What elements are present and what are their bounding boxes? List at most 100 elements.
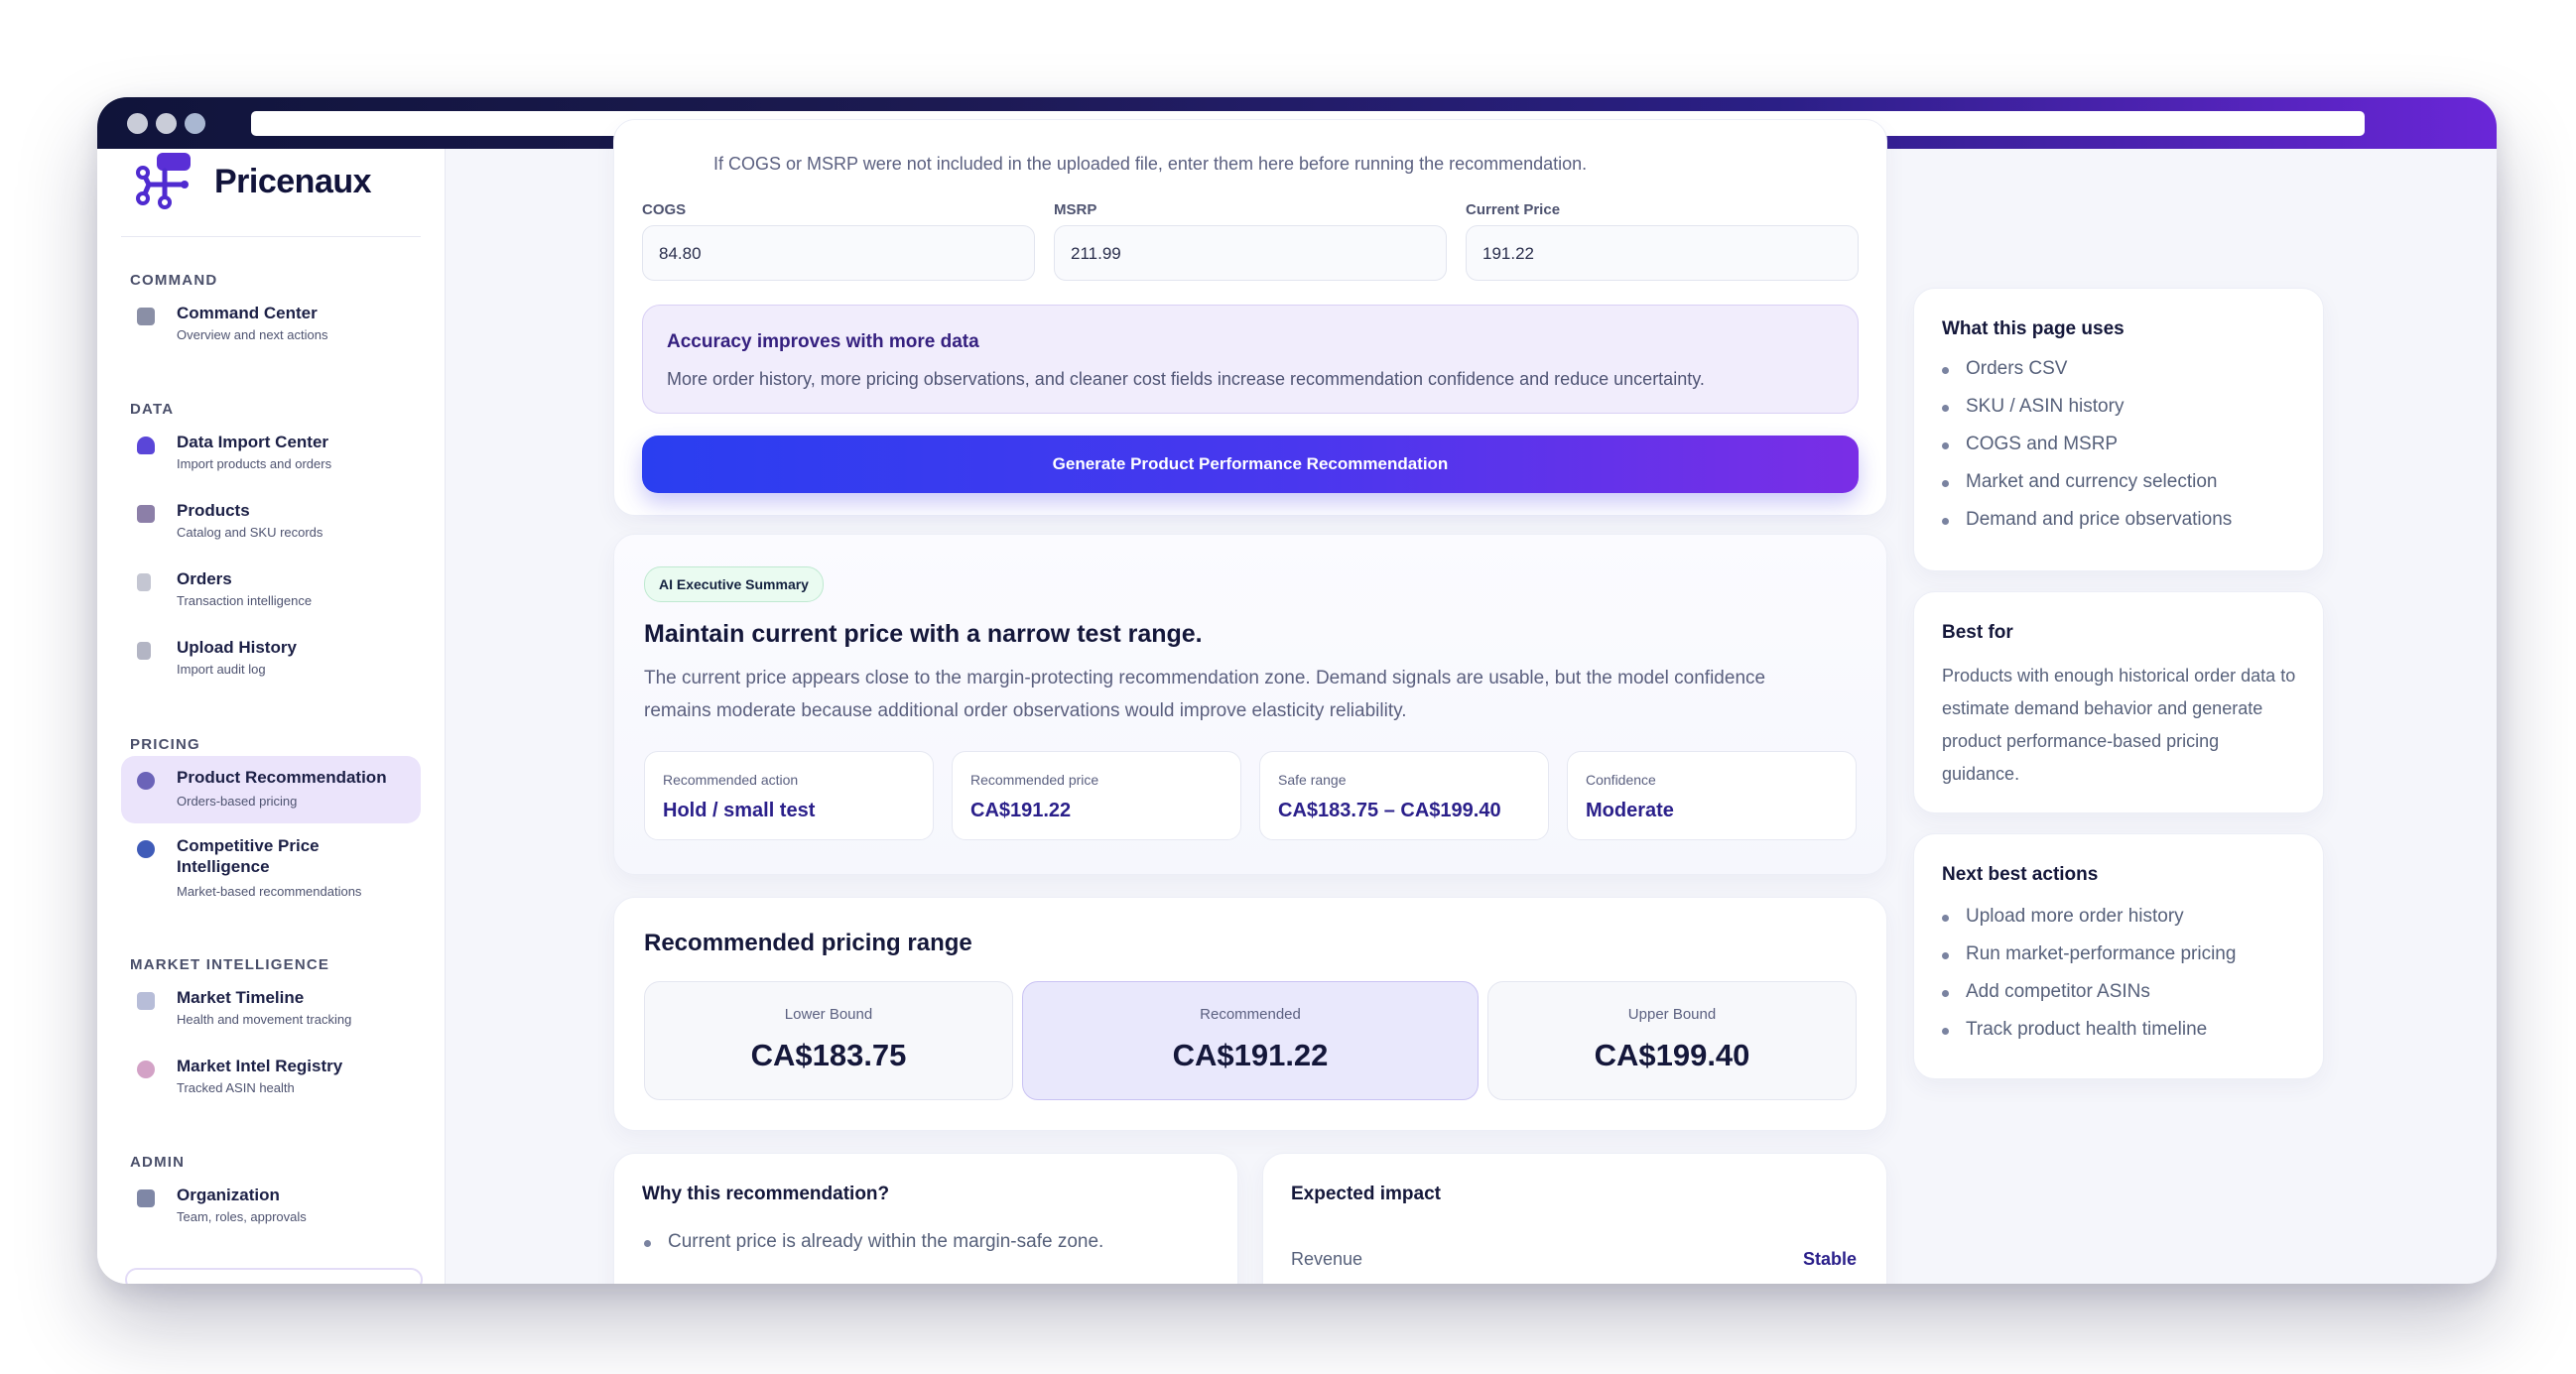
main-content: If COGS or MSRP were not included in the…: [445, 119, 2497, 1284]
sidebar-item-label: Upload History: [177, 638, 297, 657]
close-dot-icon[interactable]: [127, 113, 148, 134]
globe-icon: [137, 840, 155, 858]
metric-value: CA$191.22: [970, 800, 1072, 821]
uses-item: Market and currency selection: [1941, 471, 2218, 492]
maximize-dot-icon[interactable]: [185, 113, 205, 134]
next-action-item[interactable]: Run market-performance pricing: [1941, 943, 2236, 965]
box-icon: [137, 505, 155, 523]
cogs-label: COGS: [642, 201, 687, 218]
metric-recommended-action: Recommended action Hold / small test: [644, 751, 934, 840]
recommended-price-box: Recommended CA$191.22: [1022, 981, 1479, 1100]
metric-label: Recommended action: [663, 772, 799, 788]
inputs-hint: If COGS or MSRP were not included in the…: [713, 154, 1588, 174]
best-for-title: Best for: [1942, 622, 2013, 643]
pricing-range-title: Recommended pricing range: [644, 930, 972, 956]
next-action-item[interactable]: Track product health timeline: [1941, 1019, 2207, 1041]
cost-inputs-card: If COGS or MSRP were not included in the…: [613, 119, 1887, 516]
sidebar-item-sub: Orders-based pricing: [177, 794, 298, 809]
impact-row-value: Stable: [1802, 1249, 1857, 1269]
sidebar-item-label: Market Intel Registry: [177, 1057, 343, 1075]
why-recommendation-card: Why this recommendation? Current price i…: [613, 1153, 1238, 1284]
metric-recommended-price: Recommended price CA$191.22: [952, 751, 1241, 840]
best-for-card: Best for Products with enough historical…: [1913, 591, 2324, 813]
command-center-icon: [137, 308, 155, 325]
best-for-body: Products with enough historical order da…: [1942, 666, 2296, 784]
sidebar-item-label: Orders: [177, 569, 232, 588]
sidebar-item-market-intel-registry[interactable]: Market Intel Registry Tracked ASIN healt…: [121, 1045, 421, 1108]
uses-title: What this page uses: [1942, 318, 2125, 339]
page-uses-card: What this page uses Orders CSV SKU / ASI…: [1913, 288, 2324, 571]
scroll-icon: [137, 642, 151, 660]
uses-item: Demand and price observations: [1941, 509, 2233, 530]
pricenaux-logo-icon: [136, 153, 191, 209]
range-label: Lower Bound: [784, 1006, 873, 1023]
sidebar-item-upload-history[interactable]: Upload History Import audit log: [121, 626, 421, 689]
summary-headline: Maintain current price with a narrow tes…: [644, 620, 1203, 648]
upper-bound-box: Upper Bound CA$199.40: [1487, 981, 1857, 1100]
current-price-label: Current Price: [1466, 201, 1561, 218]
sidebar-item-sub: Market-based recommendations: [177, 884, 362, 899]
sidebar-item-sub: Team, roles, approvals: [177, 1209, 307, 1224]
section-label-command: COMMAND: [130, 272, 218, 289]
section-label-pricing: PRICING: [130, 736, 200, 753]
sidebar-item-products[interactable]: Products Catalog and SKU records: [121, 489, 421, 553]
uses-item: COGS and MSRP: [1941, 434, 2119, 454]
metric-label: Safe range: [1278, 772, 1347, 788]
sidebar-item-command-center[interactable]: Command Center Overview and next actions: [121, 292, 421, 355]
sidebar-item-market-timeline[interactable]: Market Timeline Health and movement trac…: [121, 976, 421, 1040]
impact-row-revenue: Revenue Stable: [1291, 1249, 1857, 1270]
section-label-data: DATA: [130, 401, 175, 418]
lower-bound-box: Lower Bound CA$183.75: [644, 981, 1013, 1100]
ai-summary-badge: AI Executive Summary: [644, 566, 824, 602]
sidebar-item-data-import[interactable]: Data Import Center Import products and o…: [121, 421, 421, 484]
cogs-field[interactable]: 84.80: [642, 225, 1035, 281]
metric-confidence: Confidence Moderate: [1567, 751, 1857, 840]
expected-impact-card: Expected impact Revenue Stable: [1262, 1153, 1887, 1284]
range-value: CA$191.22: [1172, 1038, 1329, 1072]
sidebar-item-sub: Transaction intelligence: [177, 593, 313, 608]
target-icon: [137, 772, 155, 790]
msrp-field[interactable]: 211.99: [1054, 225, 1447, 281]
impact-row-label: Revenue: [1291, 1249, 1363, 1269]
ai-summary-card: AI Executive Summary Maintain current pr…: [613, 534, 1887, 875]
next-action-item[interactable]: Upload more order history: [1942, 906, 2184, 928]
sidebar-item-sub: Catalog and SKU records: [177, 525, 323, 540]
sidebar-footer-pill[interactable]: [125, 1268, 423, 1284]
sidebar-item-sub: Import products and orders: [177, 456, 332, 471]
window-controls: [127, 113, 205, 134]
sidebar-item-organization[interactable]: Organization Team, roles, approvals: [121, 1174, 421, 1237]
sidebar-item-label: Command Center: [177, 304, 318, 322]
current-price-field[interactable]: 191.22: [1466, 225, 1859, 281]
next-action-item[interactable]: Add competitor ASINs: [1942, 981, 2150, 1003]
summary-body-line1: The current price appears close to the m…: [644, 668, 1766, 688]
impact-title: Expected impact: [1291, 1184, 1441, 1204]
building-icon: [137, 1189, 155, 1207]
sidebar-item-label: Product Recommendation: [177, 768, 387, 787]
metric-label: Confidence: [1586, 772, 1656, 788]
why-title: Why this recommendation?: [642, 1184, 890, 1204]
sidebar-item-label: Organization: [177, 1186, 280, 1204]
minimize-dot-icon[interactable]: [156, 113, 177, 134]
chart-icon: [137, 992, 155, 1010]
metric-value: Hold / small test: [663, 800, 816, 821]
section-label-market: MARKET INTELLIGENCE: [130, 956, 330, 973]
data-accuracy-note: Accuracy improves with more data More or…: [642, 305, 1859, 414]
app-logo[interactable]: Pricenaux: [135, 149, 373, 214]
sidebar-item-orders[interactable]: Orders Transaction intelligence: [121, 558, 421, 621]
sidebar-item-sub: Import audit log: [177, 662, 266, 677]
next-actions-card: Next best actions Upload more order hist…: [1913, 833, 2324, 1079]
sidebar-item-sub: Tracked ASIN health: [177, 1080, 295, 1095]
metric-value: Moderate: [1586, 800, 1674, 821]
range-value: CA$183.75: [750, 1038, 907, 1072]
generate-recommendation-button[interactable]: Generate Product Performance Recommendat…: [642, 436, 1859, 493]
sidebar-item-product-recommendation[interactable]: Product Recommendation Orders-based pric…: [121, 756, 421, 823]
sidebar-item-sub: Overview and next actions: [177, 327, 328, 342]
section-label-admin: ADMIN: [130, 1154, 186, 1171]
sidebar-item-label: Products: [177, 501, 250, 520]
msrp-label: MSRP: [1054, 201, 1097, 218]
import-icon: [137, 437, 155, 454]
sidebar: Pricenaux COMMAND Command Center Overvie…: [97, 149, 446, 1284]
uses-item: Orders CSV: [1941, 358, 2068, 379]
note-title: Accuracy improves with more data: [667, 331, 979, 352]
sidebar-item-competitive-price-intelligence[interactable]: Competitive Price Intelligence Market-ba…: [121, 824, 421, 910]
